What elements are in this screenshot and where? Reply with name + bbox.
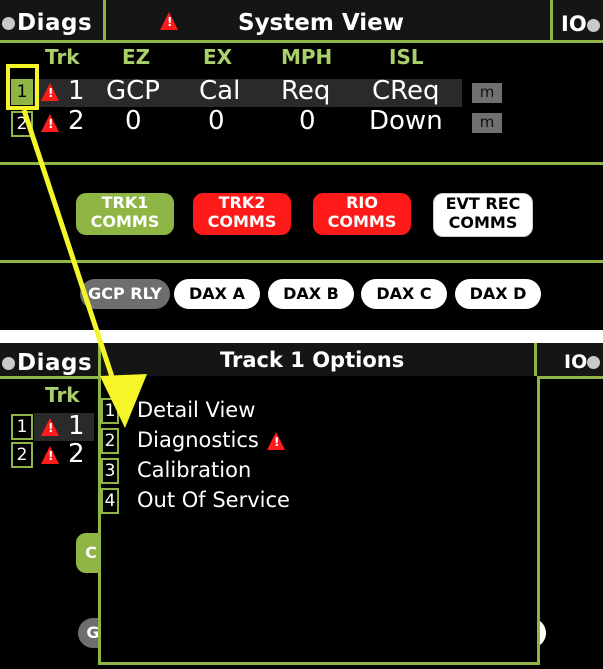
arrow-shaft xyxy=(21,109,121,396)
arrow-head xyxy=(100,374,147,428)
callout-arrow-icon xyxy=(21,109,147,428)
